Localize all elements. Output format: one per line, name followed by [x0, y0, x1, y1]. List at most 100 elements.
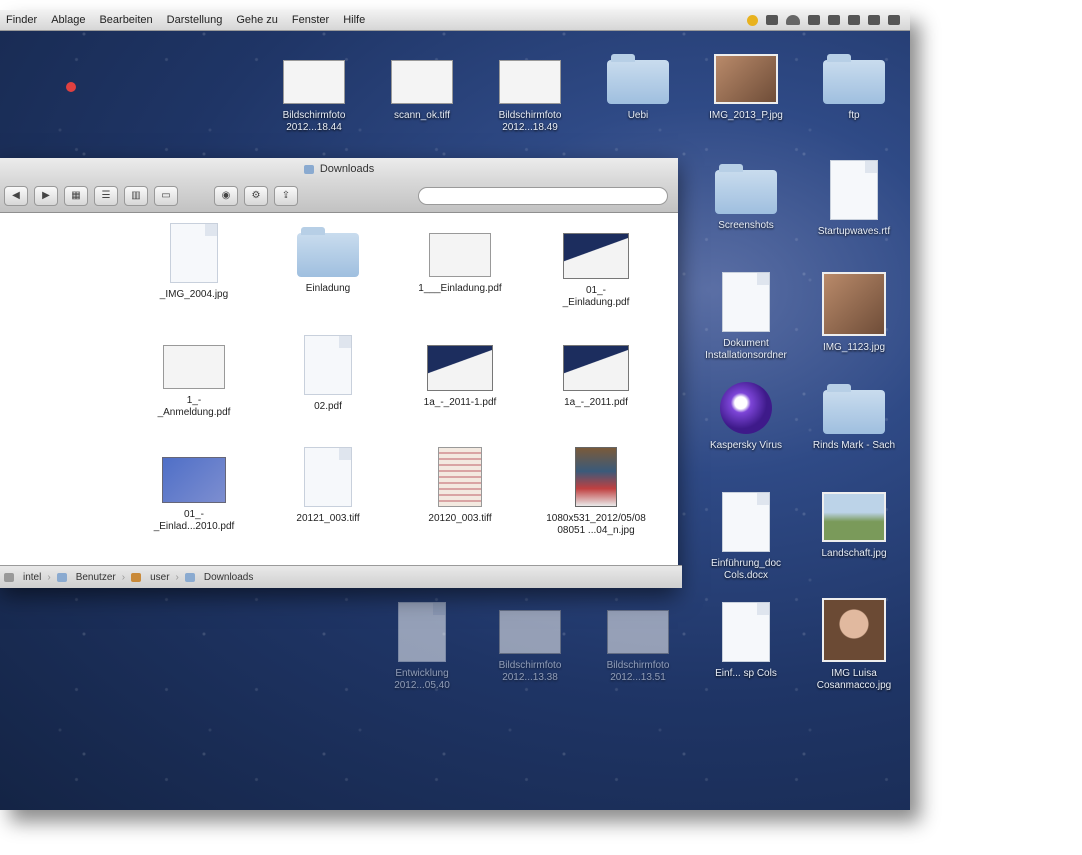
desktop-icon-label: Dokument Installationsordner [705, 338, 787, 361]
wifi-icon[interactable] [786, 15, 800, 25]
path-item[interactable]: Downloads [204, 572, 253, 583]
folder-icon [823, 54, 885, 104]
desktop-icon[interactable]: Rinds Mark - Sach [804, 384, 904, 452]
desktop-icon-label: Einführung_doc Cols.docx [710, 558, 782, 581]
menu-item-darstellung[interactable]: Darstellung [167, 14, 223, 26]
desktop-icon-label: Rinds Mark - Sach [812, 440, 896, 451]
finder-window[interactable]: Downloads ◀ ▶ ▦ ☰ ▥ ▭ ◉ ⚙ ⇪ _IMG_2004.jp… [0, 158, 682, 588]
path-separator: › [47, 571, 51, 583]
desktop-screen: Finder Ablage Bearbeiten Darstellung Geh… [0, 10, 910, 810]
desktop-icon[interactable]: Einf... sp Cols [696, 602, 796, 680]
desktop-icon[interactable]: IMG Luisa Cosanmacco.jpg [804, 598, 904, 692]
desktop-icon-label: Landschaft.jpg [821, 548, 887, 559]
list-view-button[interactable]: ☰ [94, 186, 118, 206]
desktop-icon[interactable]: Einführung_doc Cols.docx [696, 492, 796, 582]
icon-view-button[interactable]: ▦ [64, 186, 88, 206]
cover-flow-button[interactable]: ▭ [154, 186, 178, 206]
downloads-folder-icon [303, 164, 314, 174]
desktop-icon[interactable]: Bildschirmfoto 2012...13.38 [480, 610, 580, 684]
desktop-icon[interactable]: Uebi [588, 54, 688, 122]
path-item[interactable]: user [150, 572, 169, 583]
search-icon[interactable] [888, 15, 900, 25]
desktop-icon[interactable]: Landschaft.jpg [804, 492, 904, 560]
file-item[interactable]: 1080x531_2012/05/08 08051 ...04_n.jpg [536, 447, 656, 537]
volume-icon[interactable] [808, 15, 820, 25]
file-item[interactable]: 20121_003.tiff [268, 447, 388, 525]
path-separator: › [175, 571, 179, 583]
desktop-icon-label: Bildschirmfoto 2012...18.44 [282, 110, 346, 133]
menu-item-hilfe[interactable]: Hilfe [343, 14, 365, 26]
file-label: 1a_-_2011.pdf [564, 397, 628, 408]
action-gear-button[interactable]: ⚙ [244, 186, 268, 206]
search-input[interactable] [418, 187, 668, 205]
desktop-icon[interactable]: Entwicklung 2012...05.40 [372, 602, 472, 692]
desktop-icon[interactable]: scann_ok.tiff [372, 60, 472, 122]
path-item[interactable]: intel [23, 572, 41, 583]
menu-item-bearbeiten[interactable]: Bearbeiten [99, 14, 152, 26]
file-item[interactable]: 1a_-_2011-1.pdf [400, 345, 520, 409]
battery-icon[interactable] [828, 15, 840, 25]
portrait-photo-icon [822, 598, 886, 662]
path-separator: › [121, 571, 126, 583]
desktop-icon-label: IMG Luisa Cosanmacco.jpg [816, 668, 892, 691]
desktop-icon-label: Uebi [627, 110, 649, 121]
bluetooth-icon[interactable] [766, 15, 778, 25]
sun-icon[interactable] [747, 14, 758, 26]
desktop-icon-label: ftp [848, 110, 860, 121]
home-icon [131, 572, 142, 582]
window-title-bar[interactable]: Downloads [0, 158, 678, 180]
file-item[interactable]: Einladung [268, 227, 388, 295]
file-item[interactable]: 01_- _Einlad...2010.pdf [134, 457, 254, 533]
desktop-icon[interactable]: Kaspersky Virus [696, 382, 796, 452]
back-button[interactable]: ◀ [4, 186, 28, 206]
quicklook-button[interactable]: ◉ [214, 186, 238, 206]
desktop-icon-label: Einf... sp Cols [715, 668, 777, 679]
file-item[interactable]: 1___Einladung.pdf [400, 233, 520, 295]
path-item[interactable]: Benutzer [76, 572, 116, 583]
file-item[interactable]: 1_- _Anmeldung.pdf [134, 345, 254, 419]
desktop-icon-label: scann_ok.tiff [394, 110, 450, 121]
file-label: 1_- _Anmeldung.pdf [157, 395, 231, 418]
share-button[interactable]: ⇪ [274, 186, 298, 206]
file-grid: _IMG_2004.jpg Einladung 1___Einladung.pd… [0, 213, 678, 567]
file-label: 1080x531_2012/05/08 08051 ...04_n.jpg [546, 513, 646, 536]
landscape-photo-icon [822, 492, 886, 542]
desktop-icon[interactable]: IMG_2013_P.jpg [696, 54, 796, 122]
desktop-icon[interactable]: Bildschirmfoto 2012...18.49 [480, 60, 580, 134]
user-icon[interactable] [868, 15, 880, 25]
file-item[interactable]: 01_- _Einladung.pdf [536, 233, 656, 309]
file-item[interactable]: 1a_-_2011.pdf [536, 345, 656, 409]
desktop-icon-label: Bildschirmfoto 2012...18.49 [498, 110, 562, 133]
file-item[interactable]: 20120_003.tiff [400, 447, 520, 525]
clock-icon[interactable] [848, 15, 860, 25]
desktop-icon[interactable]: ftp [804, 54, 904, 122]
desktop-icon[interactable]: Startupwaves.rtf [804, 160, 904, 238]
app-icon [720, 382, 772, 434]
forward-button[interactable]: ▶ [34, 186, 58, 206]
document-icon [722, 602, 770, 662]
desktop-icon[interactable]: Bildschirmfoto 2012...13.51 [588, 610, 688, 684]
red-dot-icon [66, 82, 76, 92]
menu-bar-items: Finder Ablage Bearbeiten Darstellung Geh… [0, 14, 365, 26]
pdf-file-icon [563, 345, 629, 391]
menu-item-gehe-zu[interactable]: Gehe zu [236, 14, 278, 26]
desktop-icon-label: Entwicklung 2012...05.40 [394, 668, 450, 691]
desktop-icon[interactable]: Dokument Installationsordner [696, 272, 796, 362]
menu-item-finder[interactable]: Finder [6, 14, 37, 26]
menu-item-fenster[interactable]: Fenster [292, 14, 329, 26]
file-item[interactable]: 02.pdf [268, 335, 388, 413]
desktop-icon[interactable]: Screenshots [696, 164, 796, 232]
desktop-icon[interactable]: IMG_1123.jpg [804, 272, 904, 354]
document-icon [830, 160, 878, 220]
column-view-button[interactable]: ▥ [124, 186, 148, 206]
pdf-file-icon [427, 345, 493, 391]
desktop-icon-label: IMG_2013_P.jpg [709, 110, 783, 121]
path-bar: intel › Benutzer › user › Downloads [0, 565, 682, 588]
hard-drive-icon [4, 572, 14, 582]
desktop-icon[interactable]: Bildschirmfoto 2012...18.44 [264, 60, 364, 134]
photo-icon [714, 54, 778, 104]
screenshot-icon [499, 610, 561, 654]
file-label: 1___Einladung.pdf [418, 283, 502, 294]
file-item[interactable]: _IMG_2004.jpg [134, 223, 254, 301]
menu-item-ablage[interactable]: Ablage [51, 14, 85, 26]
